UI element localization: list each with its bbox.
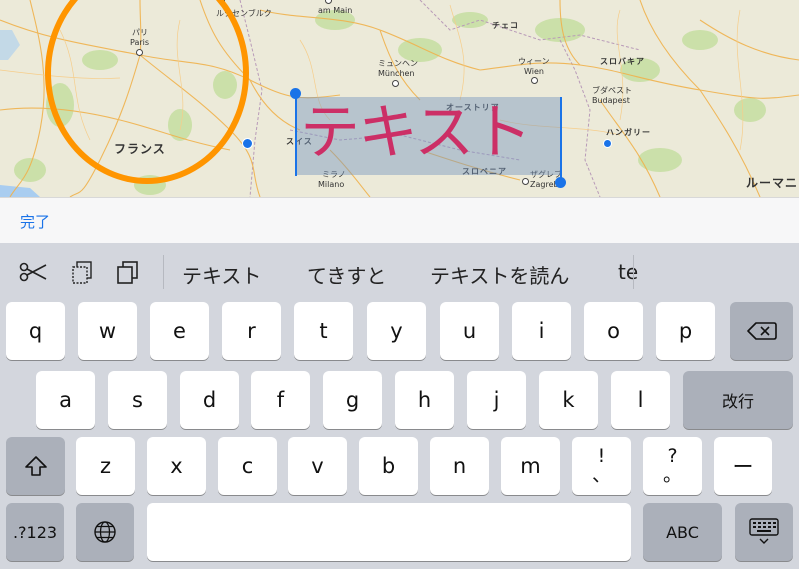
key-h[interactable]: h (395, 371, 454, 429)
scissors-icon[interactable] (18, 260, 48, 284)
key-d[interactable]: d (180, 371, 239, 429)
text-annotation-box[interactable]: テキスト (296, 97, 561, 175)
key-k[interactable]: k (539, 371, 598, 429)
key-question-bottom: 。 (662, 464, 682, 486)
circle-resize-handle[interactable] (242, 138, 253, 149)
key-g[interactable]: g (323, 371, 382, 429)
key-f[interactable]: f (251, 371, 310, 429)
suggestion-item[interactable]: てきすと (307, 260, 386, 289)
suggestion-item[interactable]: テキストを読ん (430, 260, 569, 289)
city-label-frankfurt: am Main (318, 6, 353, 15)
key-i[interactable]: i (512, 302, 571, 360)
key-s[interactable]: s (108, 371, 167, 429)
suggestion-bar: テキスト てきすと テキストを読ん te (0, 243, 799, 300)
accessory-bar: 完了 (0, 197, 799, 243)
selection-end-line (560, 97, 562, 181)
key-w[interactable]: w (78, 302, 137, 360)
city-label-milano: Milano (318, 180, 345, 189)
city-label-munich-jp: ミュンヘン (378, 59, 418, 68)
key-exclamation-bottom: 、 (591, 464, 611, 486)
space-key[interactable] (147, 503, 631, 561)
city-label-munich: München (378, 69, 415, 78)
key-question[interactable]: ? 。 (643, 437, 702, 495)
city-label-vienna: Wien (524, 67, 544, 76)
city-marker (392, 80, 399, 87)
city-marker (531, 77, 538, 84)
key-exclamation[interactable]: ! 、 (572, 437, 631, 495)
map-view[interactable]: パリ Paris ルクセンブルク am Main チェコ ウィーン Wien ミ… (0, 0, 799, 197)
suggestion-item[interactable]: te (618, 260, 638, 284)
country-label-czech: チェコ (492, 21, 519, 30)
return-key[interactable]: 改行 (683, 371, 793, 429)
key-c[interactable]: c (218, 437, 277, 495)
keyboard-hide-icon (749, 518, 779, 544)
suggestion-divider (163, 255, 164, 289)
key-u[interactable]: u (440, 302, 499, 360)
country-label-romania: ルーマニ (746, 176, 799, 190)
globe-icon (94, 521, 116, 543)
key-x[interactable]: x (147, 437, 206, 495)
key-o[interactable]: o (584, 302, 643, 360)
selection-start-handle[interactable] (290, 88, 301, 99)
key-z[interactable]: z (76, 437, 135, 495)
abc-key[interactable]: ABC (643, 503, 722, 561)
key-t[interactable]: t (294, 302, 353, 360)
city-label-vienna-jp: ウィーン (518, 57, 550, 66)
country-label-slovakia: スロバキア (600, 57, 645, 66)
key-e[interactable]: e (150, 302, 209, 360)
shift-icon (24, 456, 47, 476)
key-r[interactable]: r (222, 302, 281, 360)
suggestion-item[interactable]: テキスト (182, 260, 261, 289)
copy-icon[interactable] (68, 260, 98, 284)
city-label-budapest: Budapest (592, 96, 630, 105)
key-m[interactable]: m (501, 437, 560, 495)
key-dash[interactable]: ー (714, 437, 772, 495)
selection-end-handle[interactable] (555, 177, 566, 188)
numbers-key[interactable]: .?123 (6, 503, 64, 561)
city-marker (522, 178, 529, 185)
dismiss-keyboard-key[interactable] (735, 503, 793, 561)
shift-key[interactable] (6, 437, 65, 495)
key-p[interactable]: p (656, 302, 715, 360)
country-label-hungary: ハンガリー (606, 128, 651, 137)
key-l[interactable]: l (611, 371, 670, 429)
key-y[interactable]: y (367, 302, 426, 360)
key-b[interactable]: b (359, 437, 418, 495)
city-label-budapest-jp: ブダペスト (592, 86, 632, 95)
suggestion-divider (633, 255, 634, 289)
key-v[interactable]: v (288, 437, 347, 495)
key-a[interactable]: a (36, 371, 95, 429)
backspace-icon (746, 322, 777, 340)
done-button[interactable]: 完了 (20, 211, 50, 232)
key-n[interactable]: n (430, 437, 489, 495)
key-q[interactable]: q (6, 302, 65, 360)
delete-key[interactable] (730, 302, 793, 360)
paste-icon[interactable] (113, 260, 143, 284)
location-pin[interactable] (603, 139, 612, 148)
key-j[interactable]: j (467, 371, 526, 429)
selection-start-line (295, 96, 297, 176)
keyboard: q w e r t y u i o p a s d f g h j k l 改行… (0, 300, 799, 569)
text-annotation[interactable]: テキスト (300, 93, 532, 173)
globe-key[interactable] (76, 503, 134, 561)
